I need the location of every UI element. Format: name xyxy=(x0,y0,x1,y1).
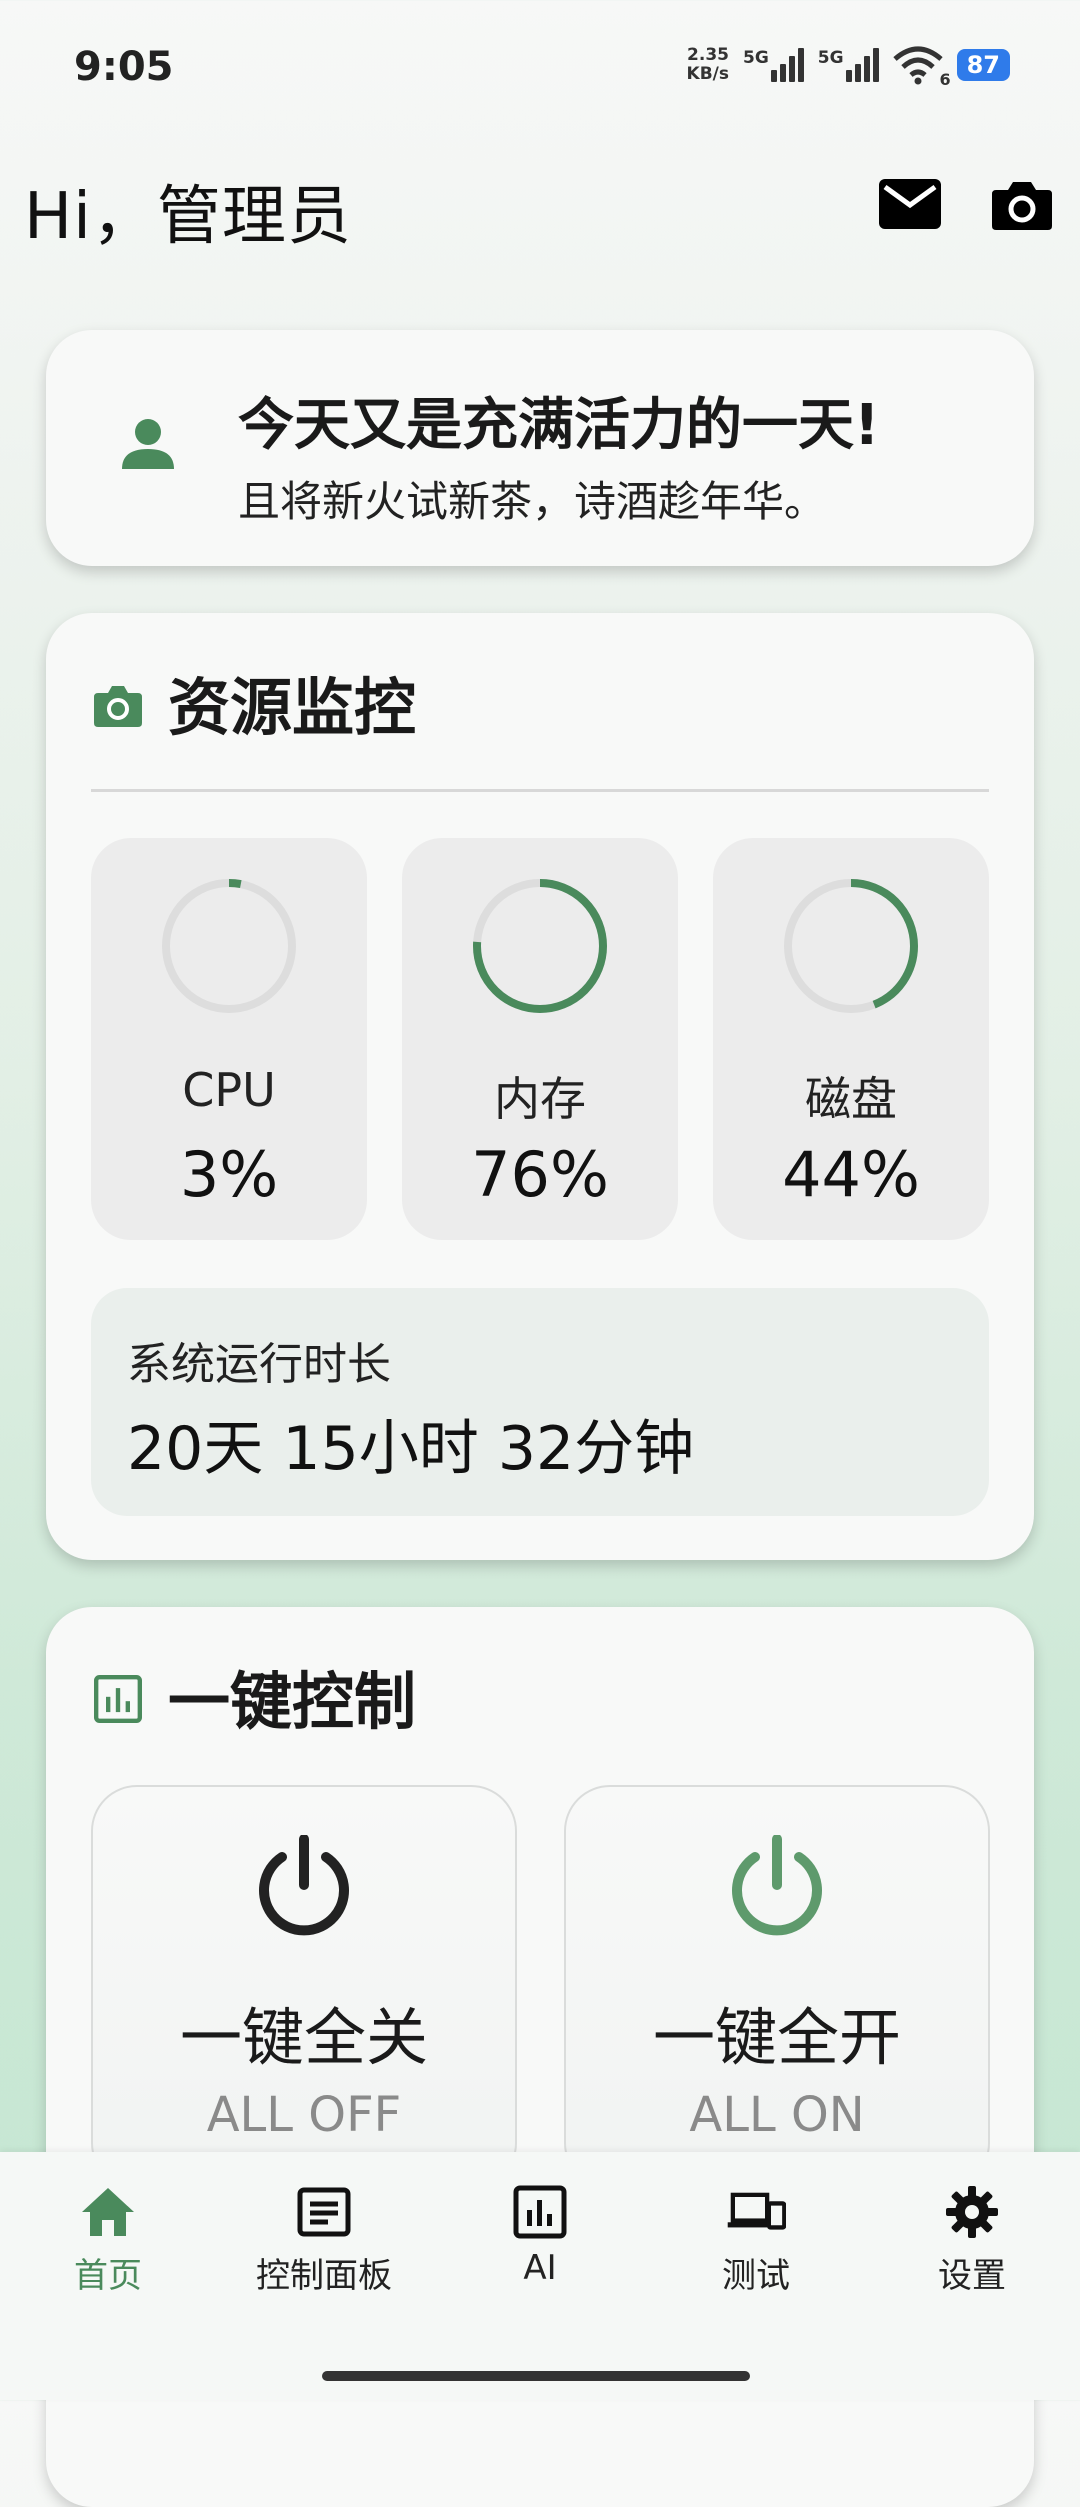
gear-icon xyxy=(946,2186,998,2238)
greeting-title: Hi，管理员 xyxy=(24,180,352,254)
nav-item-ai[interactable]: AI xyxy=(440,2182,640,2302)
home-indicator[interactable] xyxy=(322,2371,750,2381)
signal-sim1-icon: 5G xyxy=(743,48,804,82)
nav-label: AI xyxy=(523,2248,557,2288)
welcome-subtitle: 且将新火试新茶，诗酒趁年华。 xyxy=(238,477,827,526)
gauge-ring xyxy=(473,879,607,1013)
battery-indicator: 87 xyxy=(956,49,1010,81)
gauge-memory[interactable]: 内存 76% xyxy=(402,838,678,1240)
camera-icon xyxy=(992,182,1052,230)
gauge-ring xyxy=(784,879,918,1013)
nav-label: 控制面板 xyxy=(256,2256,392,2296)
devices-icon xyxy=(727,2192,786,2230)
gauge-label: CPU xyxy=(182,1063,276,1117)
uptime-label: 系统运行时长 xyxy=(127,1339,391,1390)
all-off-sublabel: ALL OFF xyxy=(206,2087,402,2143)
mail-button[interactable] xyxy=(878,172,942,236)
all-off-button[interactable]: 一键全关 ALL OFF xyxy=(91,1785,517,2189)
uptime-value: 20天 15小时 32分钟 xyxy=(127,1414,695,1484)
uptime-panel: 系统运行时长 20天 15小时 32分钟 xyxy=(91,1288,989,1516)
all-on-sublabel: ALL ON xyxy=(689,2087,865,2143)
home-icon xyxy=(82,2188,134,2236)
signal-sim2-icon: 5G xyxy=(818,48,879,82)
monitor-title: 资源监控 xyxy=(168,671,417,744)
all-on-button[interactable]: 一键全开 ALL ON xyxy=(564,1785,990,2189)
gauge-ring xyxy=(162,879,296,1013)
camera-icon xyxy=(94,686,142,727)
nav-item-home[interactable]: 首页 xyxy=(8,2182,208,2302)
person-icon xyxy=(122,419,174,469)
nav-label: 首页 xyxy=(74,2256,142,2296)
all-on-label: 一键全开 xyxy=(652,2001,901,2074)
gauge-disk[interactable]: 磁盘 44% xyxy=(713,838,989,1240)
gauge-value: 3% xyxy=(179,1138,279,1211)
divider xyxy=(91,789,989,792)
resource-monitor-card: 资源监控 CPU 3% 内存 76% 磁盘 44% 系统运行时长 20天 15小… xyxy=(46,613,1034,1560)
status-bar: 9:05 2.35 KB/s 5G 5G 6 87 xyxy=(0,0,1080,130)
all-off-label: 一键全关 xyxy=(179,2001,428,2074)
nav-item-settings[interactable]: 设置 xyxy=(872,2182,1072,2302)
mail-icon xyxy=(879,179,941,229)
wifi-icon: 6 xyxy=(892,45,951,89)
chart-icon xyxy=(94,1675,142,1723)
status-time: 9:05 xyxy=(74,44,174,90)
camera-button[interactable] xyxy=(990,172,1054,236)
power-icon xyxy=(732,1835,822,1936)
bottom-nav: 首页 控制面板 AI 测试 设置 xyxy=(0,2152,1080,2400)
control-title: 一键控制 xyxy=(168,1665,417,1738)
power-icon xyxy=(259,1835,349,1936)
net-speed: 2.35 KB/s xyxy=(686,45,729,84)
gauge-value: 76% xyxy=(471,1138,609,1211)
status-icons: 2.35 KB/s 5G 5G 6 87 xyxy=(673,40,1010,90)
gauge-cpu[interactable]: CPU 3% xyxy=(91,838,367,1240)
welcome-card: 今天又是充满活力的一天! 且将新火试新茶，诗酒趁年华。 xyxy=(46,330,1034,566)
nav-label: 设置 xyxy=(938,2256,1006,2296)
gauge-label: 磁盘 xyxy=(805,1072,897,1126)
welcome-title: 今天又是充满活力的一天! xyxy=(238,393,880,458)
chart-icon xyxy=(513,2185,567,2239)
article-icon xyxy=(297,2187,351,2237)
nav-label: 测试 xyxy=(722,2256,790,2296)
gauge-label: 内存 xyxy=(494,1072,586,1126)
gauge-value: 44% xyxy=(782,1138,920,1211)
nav-item-test[interactable]: 测试 xyxy=(656,2182,856,2302)
nav-item-control-panel[interactable]: 控制面板 xyxy=(224,2182,424,2302)
